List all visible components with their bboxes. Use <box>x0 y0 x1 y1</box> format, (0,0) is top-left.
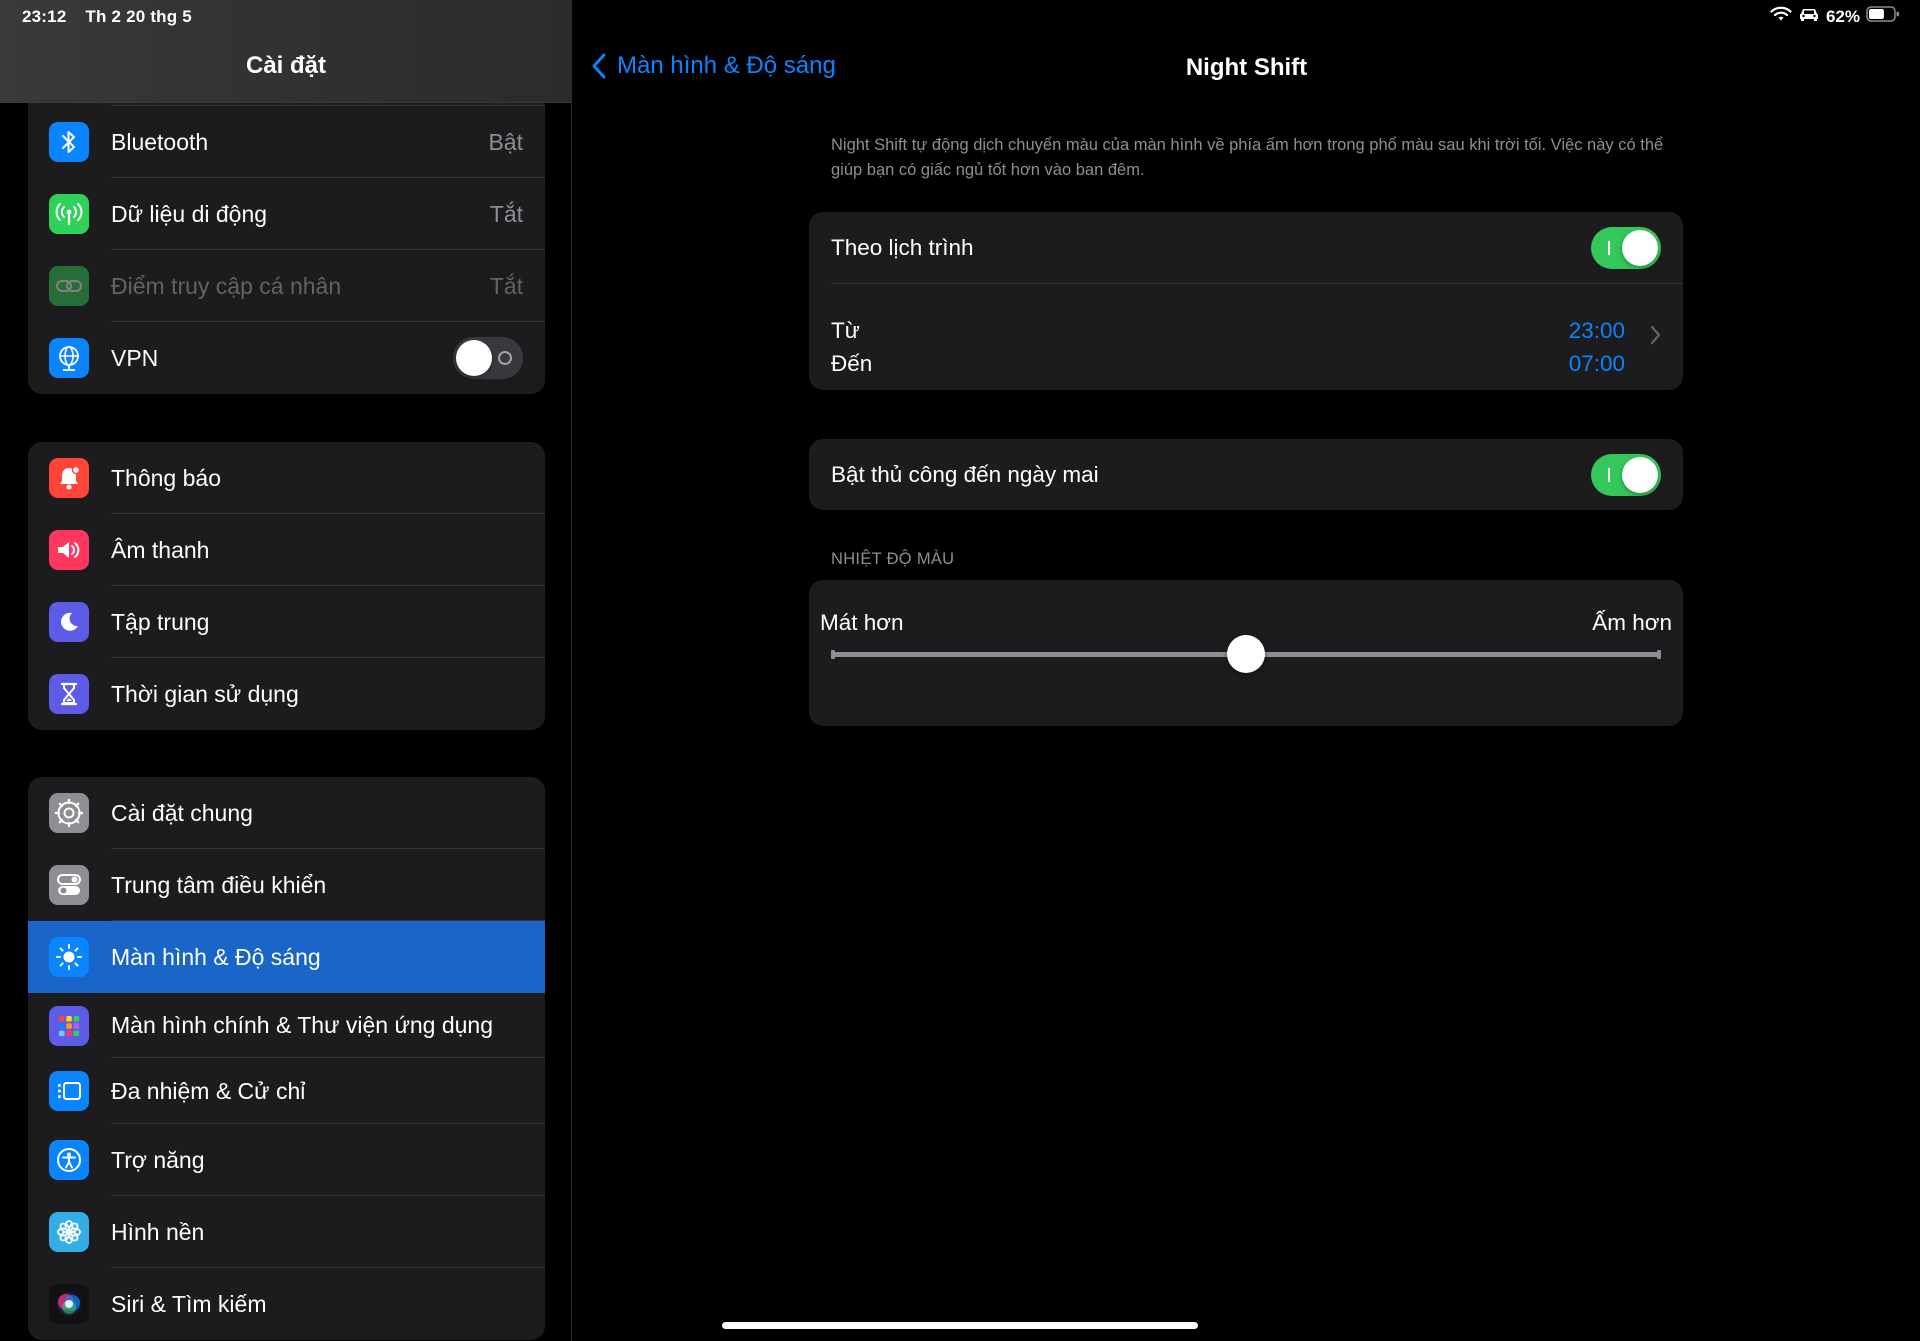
sidebar-item-cellular[interactable]: Dữ liệu di động Tắt <box>28 178 545 250</box>
schedule-toggle[interactable] <box>1591 227 1661 269</box>
slider-max-cap <box>1657 650 1661 659</box>
general-group: Cài đặt chung Trung tâm điều khiển Màn h… <box>28 777 545 1340</box>
bluetooth-icon <box>49 122 89 162</box>
sidebar-item-focus[interactable]: Tập trung <box>28 586 545 658</box>
toggle-knob <box>1622 457 1658 493</box>
sidebar-header: 23:12 Th 2 20 thg 5 Cài đặt <box>0 0 571 103</box>
sidebar-item-home-screen[interactable]: Màn hình chính & Thư viện ứng dụng <box>28 993 545 1058</box>
sidebar-item-label: Tập trung <box>111 608 210 635</box>
app-grid-icon <box>49 1005 89 1046</box>
flower-icon <box>49 1212 89 1252</box>
sidebar-item-sounds[interactable]: Âm thanh <box>28 514 545 586</box>
screen: 23:12 Th 2 20 thg 5 Cài đặt Bluetooth Bậ… <box>0 0 1920 1341</box>
antenna-icon <box>49 194 89 234</box>
schedule-row[interactable]: Theo lịch trình <box>809 212 1683 283</box>
multitasking-icon <box>49 1071 89 1111</box>
toggle-off-mark <box>498 351 512 365</box>
page-title: Night Shift <box>1185 54 1308 81</box>
sidebar-item-label: Âm thanh <box>111 536 210 563</box>
status-bar-right: 62% <box>1770 6 1900 27</box>
siri-icon <box>49 1284 89 1324</box>
sidebar-item-label: Thời gian sử dụng <box>111 680 299 707</box>
battery-icon <box>1866 6 1900 27</box>
sidebar-item-general[interactable]: Cài đặt chung <box>28 777 545 849</box>
sidebar-item-multitasking[interactable]: Đa nhiệm & Cử chỉ <box>28 1058 545 1124</box>
sidebar-item-label: Điểm truy cập cá nhân <box>111 272 342 299</box>
sidebar-item-label: Trung tâm điều khiển <box>111 871 327 898</box>
sidebar-item-label: Dữ liệu di động <box>111 200 268 227</box>
temperature-card: Mát hơn Ấm hơn <box>809 580 1683 726</box>
night-shift-detail: 62% Màn hình & Độ sáng Night Shift Night… <box>573 0 1920 1341</box>
temperature-slider-knob[interactable] <box>1227 635 1265 673</box>
sidebar-item-label: Cài đặt chung <box>111 799 253 826</box>
sidebar-item-accessibility[interactable]: Trợ năng <box>28 1124 545 1196</box>
status-date: Th 2 20 thg 5 <box>85 7 192 26</box>
sidebar-item-siri-search[interactable]: Siri & Tìm kiếm <box>28 1268 545 1340</box>
sidebar-item-label: Hình nền <box>111 1218 205 1245</box>
sidebar-item-notifications[interactable]: Thông báo <box>28 442 545 514</box>
sidebar-item-value: Tắt <box>489 200 523 227</box>
schedule-time-row[interactable]: Từ Đến 23:00 07:00 <box>809 284 1683 390</box>
sidebar-item-wallpaper[interactable]: Hình nền <box>28 1196 545 1268</box>
sidebar-item-hotspot[interactable]: Điểm truy cập cá nhân Tắt <box>28 250 545 322</box>
toggle-on-mark <box>1608 468 1610 482</box>
sidebar-title: Cài đặt <box>245 52 326 79</box>
status-time: 23:12 <box>22 7 67 26</box>
notifications-group: Thông báo Âm thanh Tập trung Thời gian s… <box>28 442 545 730</box>
sidebar-item-label: Màn hình & Độ sáng <box>111 943 321 970</box>
sidebar-item-value: Tắt <box>489 272 523 299</box>
switches-icon <box>49 865 89 905</box>
sidebar-item-value: Bật <box>488 128 523 155</box>
sidebar-item-label: Thông báo <box>111 464 221 491</box>
home-indicator[interactable] <box>722 1322 1198 1329</box>
sidebar-item-label: Trợ năng <box>111 1146 205 1173</box>
sidebar-item-label: Siri & Tìm kiếm <box>111 1290 267 1317</box>
sidebar-item-vpn[interactable]: VPN <box>28 322 545 394</box>
from-label: Từ <box>831 318 860 343</box>
toggle-on-mark <box>1608 241 1610 255</box>
vpn-toggle[interactable] <box>453 337 523 379</box>
from-time: 23:00 <box>1568 318 1625 343</box>
warmer-label: Ấm hơn <box>1592 610 1672 635</box>
sidebar-item-display-brightness[interactable]: Màn hình & Độ sáng <box>28 921 545 993</box>
sidebar-item-bluetooth[interactable]: Bluetooth Bật <box>28 106 545 178</box>
hotspot-link-icon <box>49 266 89 306</box>
gear-icon <box>49 793 89 833</box>
connectivity-group: Bluetooth Bật Dữ liệu di động Tắt Điểm t… <box>28 69 545 394</box>
chevron-right-icon <box>1650 325 1661 345</box>
schedule-card: Theo lịch trình Từ Đến 23:00 07:00 <box>809 212 1683 390</box>
sidebar-item-screen-time[interactable]: Thời gian sử dụng <box>28 658 545 730</box>
sidebar-item-control-center[interactable]: Trung tâm điều khiển <box>28 849 545 921</box>
to-label: Đến <box>831 351 873 376</box>
sidebar-item-label: Đa nhiệm & Cử chỉ <box>111 1077 306 1104</box>
sidebar-item-label: Màn hình chính & Thư viện ứng dụng <box>111 1012 494 1038</box>
moon-icon <box>49 602 89 642</box>
sidebar-item-label: Bluetooth <box>111 128 209 155</box>
toggle-knob <box>1622 230 1658 266</box>
bell-icon <box>49 458 89 498</box>
slider-min-cap <box>831 650 835 659</box>
sidebar-item-label: VPN <box>111 344 159 371</box>
wifi-icon <box>1770 6 1792 27</box>
accessibility-icon <box>49 1140 89 1180</box>
color-temperature-header: NHIỆT ĐỘ MÀU <box>831 550 955 568</box>
schedule-label: Theo lịch trình <box>831 235 974 260</box>
manual-card: Bật thủ công đến ngày mai <box>809 439 1683 510</box>
cooler-label: Mát hơn <box>820 610 904 635</box>
speaker-icon <box>49 530 89 570</box>
vpn-globe-icon <box>49 338 89 378</box>
manual-toggle[interactable] <box>1591 454 1661 496</box>
toggle-knob <box>456 340 492 376</box>
night-shift-description: Night Shift tự động dịch chuyển màu của … <box>831 136 1664 179</box>
car-icon <box>1798 6 1820 27</box>
status-bar-left: 23:12 Th 2 20 thg 5 <box>22 7 206 27</box>
hourglass-icon <box>49 674 89 714</box>
manual-label: Bật thủ công đến ngày mai <box>831 462 1099 487</box>
battery-percent: 62% <box>1825 6 1860 26</box>
to-time: 07:00 <box>1568 351 1625 376</box>
settings-sidebar: 23:12 Th 2 20 thg 5 Cài đặt Bluetooth Bậ… <box>0 0 572 1341</box>
sun-icon <box>49 937 89 977</box>
